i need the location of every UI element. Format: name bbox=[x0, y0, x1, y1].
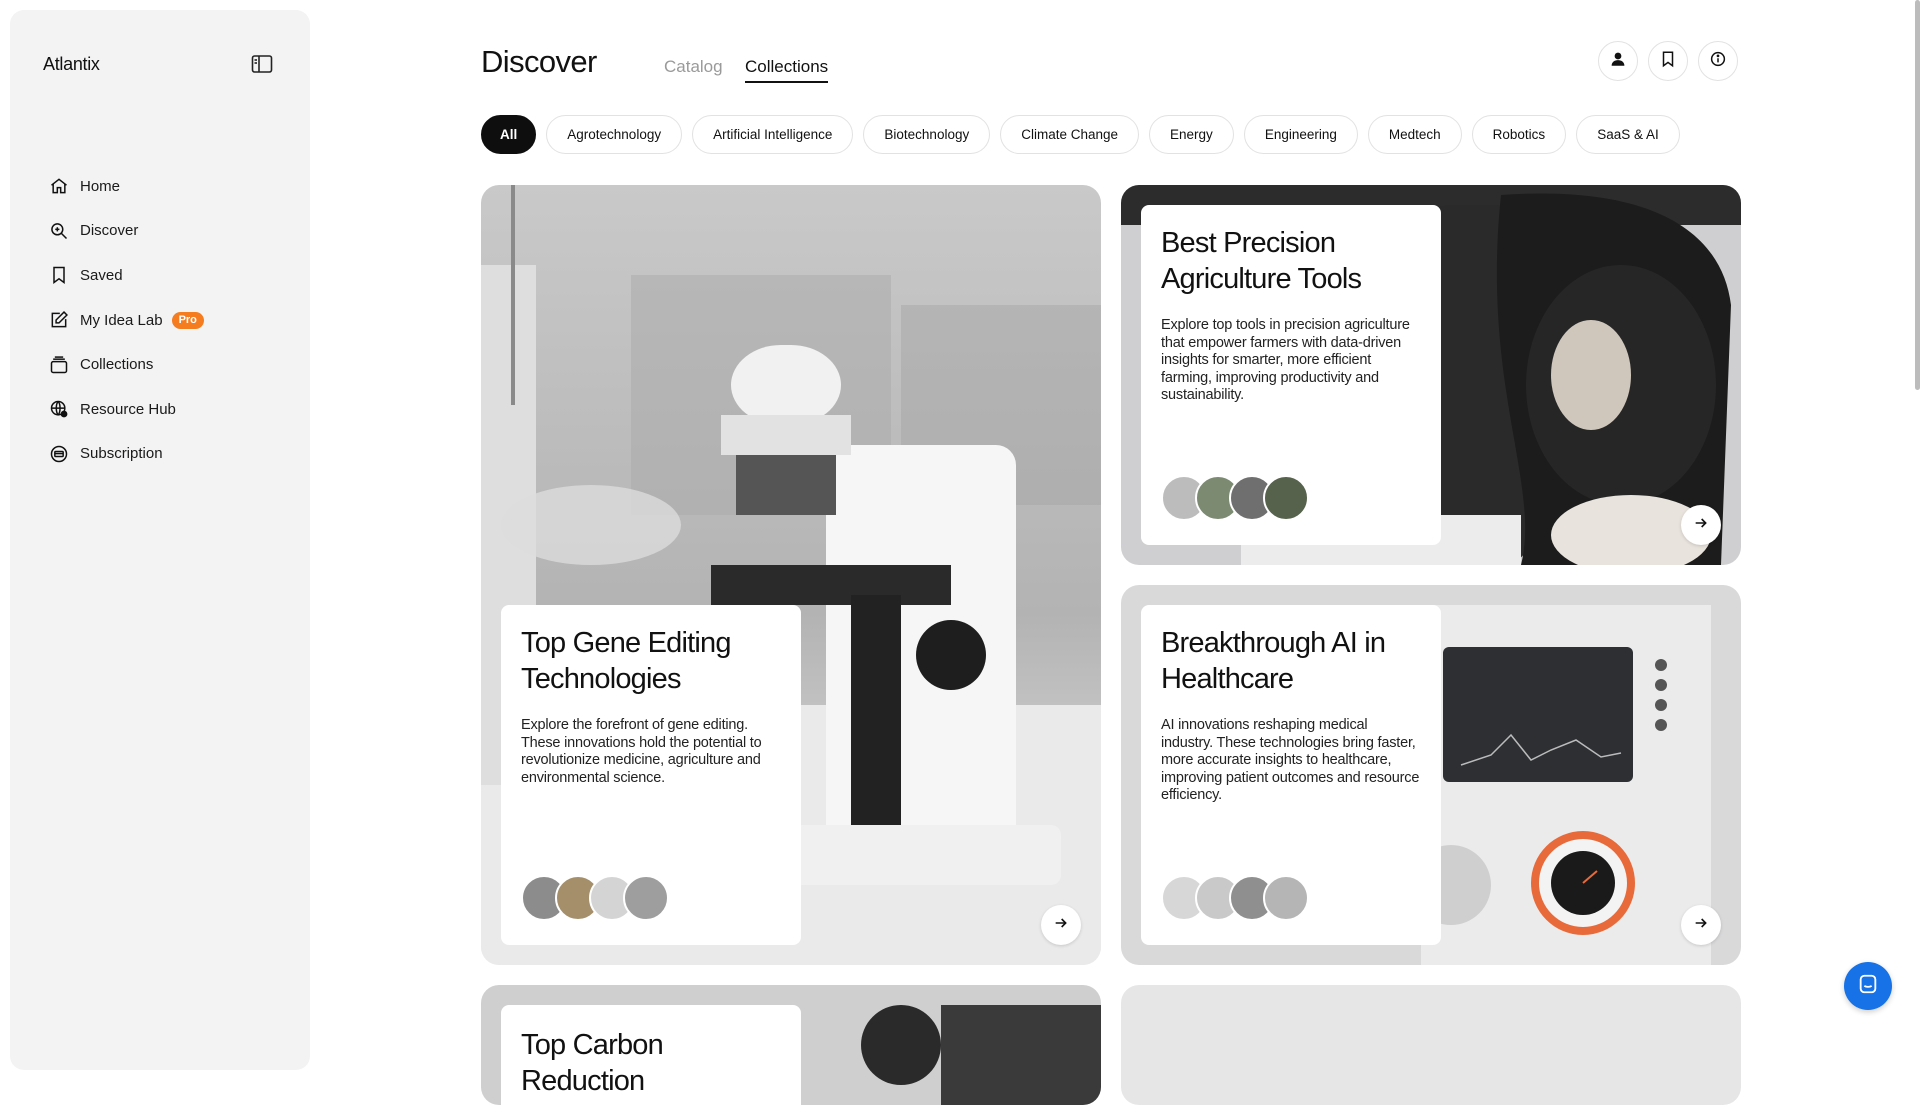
card-info-panel: Top Gene Editing Technologies Explore th… bbox=[501, 605, 801, 945]
card-info-panel: Best Precision Agriculture Tools Explore… bbox=[1141, 205, 1441, 545]
globe-icon bbox=[48, 398, 70, 420]
filter-chip-saas-ai[interactable]: SaaS & AI bbox=[1576, 115, 1680, 154]
card-image bbox=[1121, 985, 1741, 1105]
arrow-right-icon bbox=[1693, 915, 1709, 936]
card-description: AI innovations reshaping medical industr… bbox=[1161, 717, 1420, 804]
bookmark-icon bbox=[48, 264, 70, 286]
saved-button[interactable] bbox=[1648, 41, 1688, 81]
sidebar-item-resource-hub[interactable]: Resource Hub bbox=[48, 387, 288, 432]
sidebar: Atlantix Home Discover Saved My Idea Lab… bbox=[10, 10, 310, 1070]
scrollbar-thumb[interactable] bbox=[1915, 0, 1920, 390]
sidebar-nav: Home Discover Saved My Idea Lab Pro Coll… bbox=[48, 164, 288, 476]
tab-collections[interactable]: Collections bbox=[745, 57, 829, 83]
filter-chip-engineering[interactable]: Engineering bbox=[1243, 115, 1358, 154]
sidebar-item-my-idea-lab[interactable]: My Idea Lab Pro bbox=[48, 298, 288, 343]
sidebar-item-label: My Idea Lab bbox=[80, 311, 163, 329]
bookmark-icon bbox=[1659, 50, 1677, 73]
card-description: Explore top tools in precision agricultu… bbox=[1161, 317, 1410, 404]
page-title: Discover bbox=[481, 44, 597, 79]
sidebar-item-label: Discover bbox=[80, 222, 139, 240]
sidebar-item-saved[interactable]: Saved bbox=[48, 253, 288, 298]
chat-launcher-button[interactable] bbox=[1844, 962, 1892, 1010]
scrollbar[interactable] bbox=[1914, 0, 1920, 1080]
user-button[interactable] bbox=[1598, 41, 1638, 81]
tab-catalog[interactable]: Catalog bbox=[664, 57, 723, 77]
sidebar-item-label: Resource Hub bbox=[80, 400, 176, 418]
app-logo[interactable]: Atlantix bbox=[43, 54, 100, 75]
card-info-panel: Breakthrough AI in Healthcare AI innovat… bbox=[1141, 605, 1441, 945]
open-card-button[interactable] bbox=[1681, 505, 1721, 545]
open-card-button[interactable] bbox=[1681, 905, 1721, 945]
collection-card-ai-healthcare[interactable]: Breakthrough AI in Healthcare AI innovat… bbox=[1121, 585, 1741, 965]
edit-icon bbox=[48, 309, 70, 331]
home-icon bbox=[48, 175, 70, 197]
avatar bbox=[1263, 875, 1309, 921]
info-icon bbox=[1709, 50, 1727, 73]
chat-icon bbox=[1857, 973, 1879, 1000]
subscription-icon bbox=[48, 443, 70, 465]
sidebar-item-label: Home bbox=[80, 177, 121, 195]
search-icon bbox=[48, 220, 70, 242]
card-info-panel: Top Carbon Reduction bbox=[501, 1005, 801, 1105]
open-card-button[interactable] bbox=[1041, 905, 1081, 945]
sidebar-item-subscription[interactable]: Subscription bbox=[48, 432, 288, 477]
card-description: Explore the forefront of gene editing. T… bbox=[521, 717, 762, 786]
filter-chip-all[interactable]: All bbox=[481, 115, 537, 154]
sidebar-item-collections[interactable]: Collections bbox=[48, 342, 288, 387]
collection-card-carbon-reduction[interactable]: Top Carbon Reduction bbox=[481, 985, 1101, 1105]
filter-chip-medtech[interactable]: Medtech bbox=[1367, 115, 1462, 154]
filter-chip-agrotechnology[interactable]: Agrotechnology bbox=[546, 115, 683, 154]
avatar-group bbox=[1161, 875, 1309, 921]
collection-card-precision-agriculture[interactable]: Best Precision Agriculture Tools Explore… bbox=[1121, 185, 1741, 565]
filter-chip-climate-change[interactable]: Climate Change bbox=[1000, 115, 1140, 154]
sidebar-item-home[interactable]: Home bbox=[48, 164, 288, 209]
avatar-group bbox=[1161, 475, 1309, 521]
filter-chip-artificial-intelligence[interactable]: Artificial Intelligence bbox=[692, 115, 854, 154]
card-title: Top Carbon Reduction bbox=[521, 1029, 664, 1097]
avatar-group bbox=[521, 875, 669, 921]
collections-icon bbox=[48, 354, 70, 376]
collection-card-gene-editing[interactable]: Top Gene Editing Technologies Explore th… bbox=[481, 185, 1101, 965]
sidebar-item-discover[interactable]: Discover bbox=[48, 209, 288, 254]
sidebar-toggle-icon[interactable] bbox=[250, 52, 274, 76]
filter-chip-robotics[interactable]: Robotics bbox=[1471, 115, 1567, 154]
card-title: Top Gene Editing Technologies bbox=[521, 627, 731, 695]
card-title: Breakthrough AI in Healthcare bbox=[1161, 627, 1386, 695]
info-button[interactable] bbox=[1698, 41, 1738, 81]
filter-chip-energy[interactable]: Energy bbox=[1149, 115, 1234, 154]
filter-bar: All Agrotechnology Artificial Intelligen… bbox=[481, 115, 1680, 154]
sidebar-item-label: Collections bbox=[80, 356, 154, 374]
card-title: Best Precision Agriculture Tools bbox=[1161, 227, 1362, 295]
avatar bbox=[1263, 475, 1309, 521]
filter-chip-biotechnology[interactable]: Biotechnology bbox=[863, 115, 991, 154]
avatar bbox=[623, 875, 669, 921]
arrow-right-icon bbox=[1053, 915, 1069, 936]
sidebar-item-label: Subscription bbox=[80, 445, 163, 463]
sidebar-item-label: Saved bbox=[80, 266, 123, 284]
user-icon bbox=[1609, 50, 1627, 73]
collection-card[interactable] bbox=[1121, 985, 1741, 1105]
arrow-right-icon bbox=[1693, 515, 1709, 536]
pro-badge: Pro bbox=[171, 311, 204, 329]
